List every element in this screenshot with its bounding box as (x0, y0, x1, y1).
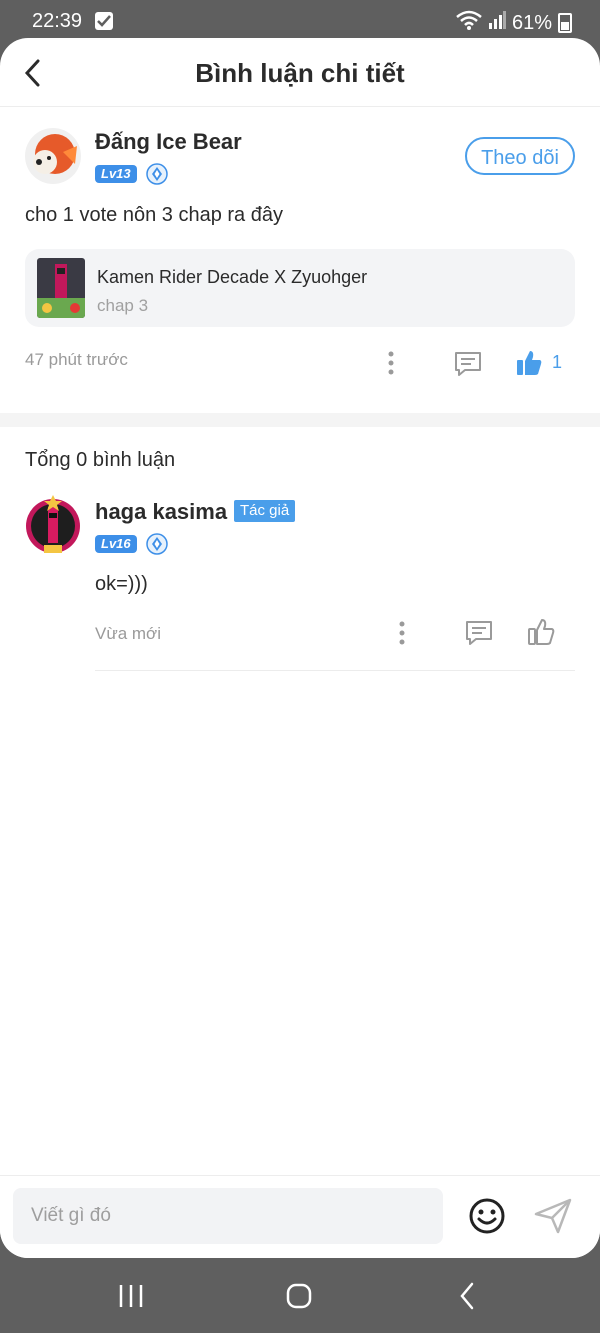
username[interactable]: haga kasima (95, 499, 227, 525)
diamond-badge-icon (146, 533, 168, 555)
author-badge: Tác giả (234, 500, 296, 522)
header: Bình luận chi tiết (0, 38, 600, 107)
level-badge: Lv16 (95, 535, 137, 553)
battery-icon (558, 13, 572, 33)
send-icon[interactable] (534, 1198, 572, 1239)
status-bar: 22:39 61% (0, 0, 600, 42)
main-comment: Đấng Ice Bear Lv13 Theo dõi cho 1 vote n… (0, 107, 600, 413)
wifi-icon (456, 10, 482, 36)
follow-button[interactable]: Theo dõi (465, 137, 575, 175)
comment-input-bar (0, 1175, 600, 1258)
checklist-notification-icon (95, 12, 113, 30)
avatar[interactable] (25, 128, 81, 184)
more-options-icon[interactable] (385, 350, 397, 381)
battery-percent: 61% (511, 11, 552, 34)
avatar[interactable] (22, 493, 84, 555)
diamond-badge-icon (146, 163, 168, 185)
page-title: Bình luận chi tiết (195, 58, 405, 88)
comments-total: Tổng 0 bình luận (25, 449, 176, 471)
recent-apps-icon[interactable] (118, 1284, 144, 1313)
comment-text: ok=))) (95, 573, 148, 595)
reply-icon[interactable] (453, 350, 483, 383)
home-icon[interactable] (286, 1283, 312, 1314)
more-options-icon[interactable] (396, 620, 408, 651)
system-nav-bar (0, 1258, 600, 1333)
system-back-icon[interactable] (458, 1282, 476, 1315)
app-screen: Bình luận chi tiết Đấng Ice Bear Lv13 Th… (0, 38, 600, 1258)
like-icon[interactable] (527, 618, 555, 651)
like-count: 1 (552, 352, 563, 372)
comment-time: Vừa mới (95, 624, 161, 643)
divider (95, 670, 575, 671)
like-icon[interactable] (515, 349, 543, 382)
post-time: 47 phút trước (25, 350, 128, 369)
status-time: 22:39 (32, 10, 83, 32)
emoji-icon[interactable] (468, 1197, 506, 1240)
reply-icon[interactable] (464, 619, 494, 652)
signal-icon (488, 11, 506, 35)
manga-card[interactable]: Kamen Rider Decade X Zyuohger chap 3 (25, 249, 575, 327)
section-divider (0, 413, 600, 427)
comment-input[interactable] (13, 1188, 443, 1244)
manga-cover-thumbnail (37, 258, 85, 318)
comment-text: cho 1 vote nôn 3 chap ra đây (25, 204, 283, 226)
manga-title: Kamen Rider Decade X Zyuohger (97, 267, 368, 287)
level-badge: Lv13 (95, 165, 137, 183)
comments-section: Tổng 0 bình luận haga kasima Tác giả Lv1… (0, 427, 600, 1127)
username[interactable]: Đấng Ice Bear (95, 129, 242, 155)
manga-chapter: chap 3 (97, 296, 149, 315)
